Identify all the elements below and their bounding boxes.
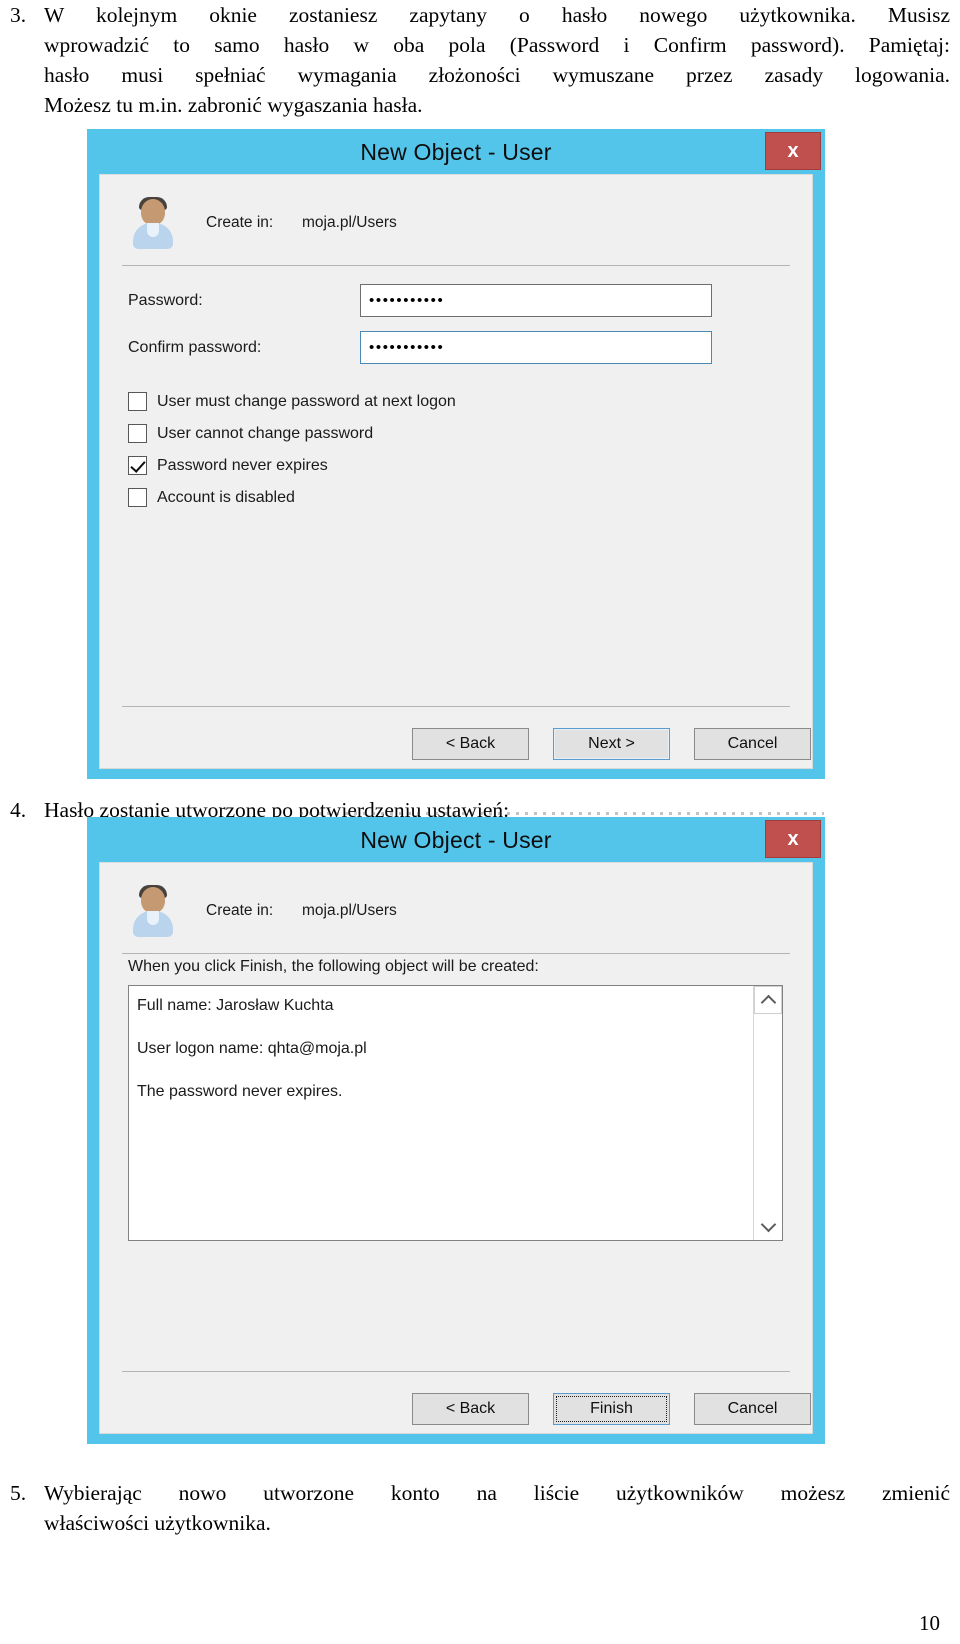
create-in-label: Create in: [206,902,274,919]
checkbox-cannot-change-password[interactable] [128,424,147,443]
next-button[interactable]: Next > [553,728,670,760]
step-3-line-1: W kolejnym oknie zostaniesz zapytany o h… [44,3,950,27]
checkbox-row-never-expires[interactable]: Password never expires [128,456,812,475]
user-avatar-icon [130,197,176,249]
chevron-up-icon[interactable] [754,986,782,1014]
chevron-down-icon[interactable] [754,1212,782,1240]
summary-line-logon-name: User logon name: qhta@moja.pl [137,1040,367,1057]
checkbox-label-must-change: User must change password at next logon [157,392,456,410]
password-label: Password: [128,291,203,309]
summary-listbox-body: Full name: Jarosław Kuchta User logon na… [129,986,753,1240]
step-5-line-2: właściwości użytkownika. [44,1511,271,1535]
password-window-titlebar[interactable]: New Object - User x [88,130,824,174]
password-field-row: Password: ••••••••••• [100,284,812,317]
finish-window-client: Create in: moja.pl/Users When you click … [99,862,813,1434]
checkbox-row-must-change[interactable]: User must change password at next logon [128,392,812,411]
checkbox-password-never-expires[interactable] [128,456,147,475]
confirm-password-field-row: Confirm password: ••••••••••• [100,331,812,364]
step-3-number: 3. [10,3,27,27]
step-5-text: Wybierając nowo utworzone konto na liści… [44,1478,950,1538]
checkbox-row-account-disabled[interactable]: Account is disabled [128,488,812,507]
summary-listbox[interactable]: Full name: Jarosław Kuchta User logon na… [128,985,783,1241]
password-window-buttons: < Back Next > Cancel [412,728,811,760]
back-button[interactable]: < Back [412,728,529,760]
summary-scrollbar[interactable] [753,986,782,1240]
confirm-password-label: Confirm password: [128,338,262,356]
checkbox-row-cannot-change[interactable]: User cannot change password [128,424,812,443]
step-5-line-1: Wybierając nowo utworzone konto na liści… [44,1481,950,1505]
password-window-client: Create in: moja.pl/Users Password: •••••… [99,174,813,769]
close-icon[interactable]: x [765,820,821,858]
back-button[interactable]: < Back [412,1393,529,1425]
new-object-user-finish-window: New Object - User x Create in: moja.pl/U… [88,818,824,1443]
summary-intro-text: When you click Finish, the following obj… [128,958,539,975]
password-window-title: New Object - User [360,138,552,165]
step-3-line-3: hasło musi spełniać wymagania złożoności… [44,63,950,87]
create-in-row: Create in: moja.pl/Users [100,863,812,953]
confirm-password-input[interactable]: ••••••••••• [360,331,712,364]
create-in-row: Create in: moja.pl/Users [100,175,812,265]
scan-artifact [300,812,824,815]
checkbox-label-never-expires: Password never expires [157,456,328,474]
step-5-number: 5. [10,1481,27,1505]
footer-divider [122,1371,790,1372]
password-fields: Password: ••••••••••• Confirm password: … [100,266,812,364]
password-input[interactable]: ••••••••••• [360,284,712,317]
checkbox-account-is-disabled[interactable] [128,488,147,507]
password-options: User must change password at next logon … [100,378,812,507]
create-in-label: Create in: [206,214,274,231]
cancel-button[interactable]: Cancel [694,1393,811,1425]
checkbox-label-account-disabled: Account is disabled [157,488,295,506]
close-icon[interactable]: x [765,132,821,170]
checkbox-label-cannot-change: User cannot change password [157,424,374,442]
finish-window-titlebar[interactable]: New Object - User x [88,818,824,862]
step-3-text: W kolejnym oknie zostaniesz zapytany o h… [44,0,950,120]
step-3-line-4: Możesz tu m.in. zabronić wygaszania hasł… [44,93,423,117]
create-in-value: moja.pl/Users [302,902,397,919]
cancel-button[interactable]: Cancel [694,728,811,760]
new-object-user-password-window: New Object - User x Create in: moja.pl/U… [88,130,824,778]
create-in-value: moja.pl/Users [302,214,397,231]
user-avatar-icon [130,885,176,937]
step-5: 5. Wybierając nowo utworzone konto na li… [6,1478,954,1538]
step-4-number: 4. [10,798,27,822]
header-divider [122,953,790,954]
footer-divider [122,706,790,707]
step-3-line-2: wprowadzić to samo hasło w oba pola (Pas… [44,33,950,57]
summary-line-password-expiry: The password never expires. [137,1083,343,1100]
finish-window-buttons: < Back Finish Cancel [412,1393,811,1425]
summary-line-full-name: Full name: Jarosław Kuchta [137,997,334,1014]
step-3: 3. W kolejnym oknie zostaniesz zapytany … [6,0,954,120]
finish-button[interactable]: Finish [553,1393,670,1425]
checkbox-must-change-password[interactable] [128,392,147,411]
finish-window-title: New Object - User [360,826,552,853]
page-number: 10 [919,1611,940,1635]
